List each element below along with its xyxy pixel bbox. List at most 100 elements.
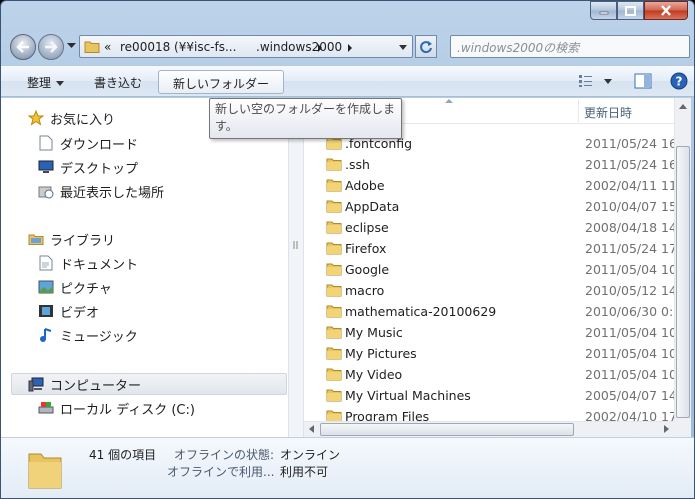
refresh-button[interactable] — [415, 35, 437, 58]
address-segment-share[interactable]: re00018 (¥¥isc-fs... — [120, 40, 236, 54]
folder-large-icon — [28, 453, 62, 489]
horizontal-scroll-thumb[interactable] — [320, 423, 574, 436]
pictures-icon — [38, 279, 54, 295]
file-row[interactable]: Firefox 2011/05/24 17 — [304, 238, 674, 259]
splitter-grip-icon — [293, 241, 298, 249]
star-icon — [28, 110, 44, 126]
file-name: My Pictures — [345, 346, 417, 361]
forward-button[interactable] — [38, 34, 64, 60]
breadcrumb-arrow-icon[interactable] — [348, 44, 352, 52]
command-bar: 整理 書き込む 新しいフォルダー ? — [1, 65, 694, 97]
minimize-button[interactable] — [590, 1, 617, 20]
file-date: 2011/05/04 10 — [585, 367, 674, 382]
file-name: My Music — [345, 325, 403, 340]
back-button[interactable] — [10, 34, 36, 60]
folder-icon — [326, 389, 342, 402]
file-date: 2011/05/04 10 — [585, 346, 674, 361]
file-row[interactable]: macro 2010/05/12 14 — [304, 280, 674, 301]
scroll-left-icon[interactable] — [309, 425, 314, 433]
toolbar-right: ? — [578, 72, 688, 90]
nav-item-label: ミュージック — [60, 329, 138, 345]
file-date: 2011/05/24 16 — [585, 157, 674, 172]
folder-icon — [326, 158, 342, 171]
nav-item-pictures[interactable]: ピクチャ — [38, 276, 112, 298]
vertical-scroll-thumb[interactable] — [676, 146, 690, 418]
nav-item-music[interactable]: ミュージック — [38, 324, 138, 346]
file-list: 更新日時 .fontconfig 2011/05/24 16 .ssh 2011/05… — [304, 98, 674, 421]
file-row[interactable]: .ssh 2011/05/24 16 — [304, 154, 674, 175]
computer-icon — [28, 376, 44, 392]
nav-item-label: ビデオ — [60, 305, 100, 321]
new-folder-button[interactable]: 新しいフォルダー — [158, 70, 284, 94]
address-overflow[interactable]: « — [104, 40, 111, 54]
maximize-button[interactable] — [617, 1, 644, 20]
file-name: macro — [345, 283, 385, 298]
offline-availability-value: 利用不可 — [280, 465, 329, 479]
vertical-scrollbar[interactable] — [674, 98, 691, 437]
nav-item-local-disk[interactable]: ローカル ディスク (C:) — [38, 397, 195, 419]
address-dropdown-icon[interactable] — [399, 45, 407, 50]
nav-item-documents[interactable]: ドキュメント — [38, 252, 138, 274]
item-count: 41 個の項目 — [89, 448, 157, 462]
local-disk-icon — [38, 400, 54, 416]
nav-libraries[interactable]: ライブラリ — [28, 228, 115, 250]
file-row[interactable]: My Virtual Machines 2005/04/07 14 — [304, 385, 674, 406]
downloads-icon — [38, 135, 54, 151]
folder-icon — [326, 242, 342, 255]
file-row[interactable]: Google 2011/05/04 10 — [304, 259, 674, 280]
nav-item-label: ドキュメント — [60, 257, 139, 273]
file-date: 2002/04/10 17 — [585, 409, 674, 421]
file-date: 2010/06/30 0:1 — [585, 304, 674, 319]
file-row[interactable]: Adobe 2002/04/11 11 — [304, 175, 674, 196]
nav-item-video[interactable]: ビデオ — [38, 300, 99, 322]
recent-pages-chevron-icon[interactable] — [67, 43, 76, 49]
file-row[interactable]: eclipse 2008/04/18 14 — [304, 217, 674, 238]
change-view-button[interactable] — [578, 74, 612, 88]
nav-item-label: デスクトップ — [60, 161, 139, 177]
nav-item-recent-places[interactable]: 最近表示した場所 — [38, 180, 164, 202]
nav-computer[interactable]: コンピューター — [28, 373, 141, 395]
nav-item-label: ダウンロード — [60, 137, 139, 153]
chevron-down-icon — [604, 78, 612, 84]
organize-button[interactable]: 整理 — [19, 70, 72, 94]
file-date: 2008/04/18 14 — [585, 220, 674, 235]
library-icon — [28, 231, 44, 247]
file-name: Firefox — [345, 241, 387, 256]
file-row[interactable]: My Pictures 2011/05/04 10 — [304, 343, 674, 364]
nav-computer-label: コンピューター — [50, 378, 142, 394]
file-row[interactable]: mathematica-20100629 2010/06/30 0:1 — [304, 301, 674, 322]
nav-item-desktop[interactable]: デスクトップ — [38, 156, 138, 178]
navigation-pane: お気に入り ダウンロード デスクトップ 最近表示した場所 ライブラリ ドキュメン… — [1, 98, 289, 437]
file-row[interactable]: My Music 2011/05/04 10 — [304, 322, 674, 343]
file-name: Adobe — [345, 178, 385, 193]
nav-favorites[interactable]: お気に入り — [28, 107, 115, 129]
file-name: Google — [345, 262, 390, 277]
offline-status-label: オフラインの状態: — [174, 448, 275, 462]
address-bar[interactable]: « re00018 (¥¥isc-fs... .windows2000 — [79, 35, 413, 58]
scroll-right-icon[interactable] — [664, 425, 669, 433]
file-row[interactable]: Program Files 2002/04/10 17 — [304, 406, 674, 421]
pane-splitter[interactable] — [289, 98, 304, 437]
help-icon[interactable]: ? — [670, 72, 688, 90]
details-pane: 41 個の項目 オフラインの状態: オンライン オフラインで利用... 利用不可 — [1, 437, 694, 498]
file-row[interactable]: AppData 2010/04/07 15 — [304, 196, 674, 217]
search-input[interactable]: .windows2000の検索 — [450, 35, 690, 58]
preview-pane-icon[interactable] — [634, 73, 652, 89]
close-button[interactable] — [644, 1, 688, 20]
chevron-down-icon — [56, 81, 65, 86]
column-header-date[interactable]: 更新日時 — [584, 104, 632, 121]
desktop-icon — [38, 159, 54, 175]
column-divider[interactable] — [578, 100, 579, 122]
file-row[interactable]: My Video 2011/05/04 10 — [304, 364, 674, 385]
scroll-up-icon[interactable] — [679, 104, 687, 109]
minimize-icon — [599, 11, 608, 14]
explorer-window: « re00018 (¥¥isc-fs... .windows2000 .win… — [0, 0, 695, 499]
folder-icon — [326, 410, 342, 421]
file-name: AppData — [345, 199, 400, 214]
horizontal-scrollbar[interactable] — [304, 421, 674, 437]
address-segment-folder[interactable]: .windows2000 — [256, 40, 342, 54]
burn-button[interactable]: 書き込む — [86, 70, 150, 94]
nav-item-downloads[interactable]: ダウンロード — [38, 132, 138, 154]
new-folder-tooltip: 新しい空のフォルダーを作成します。 — [209, 98, 402, 139]
folder-icon — [326, 368, 342, 381]
